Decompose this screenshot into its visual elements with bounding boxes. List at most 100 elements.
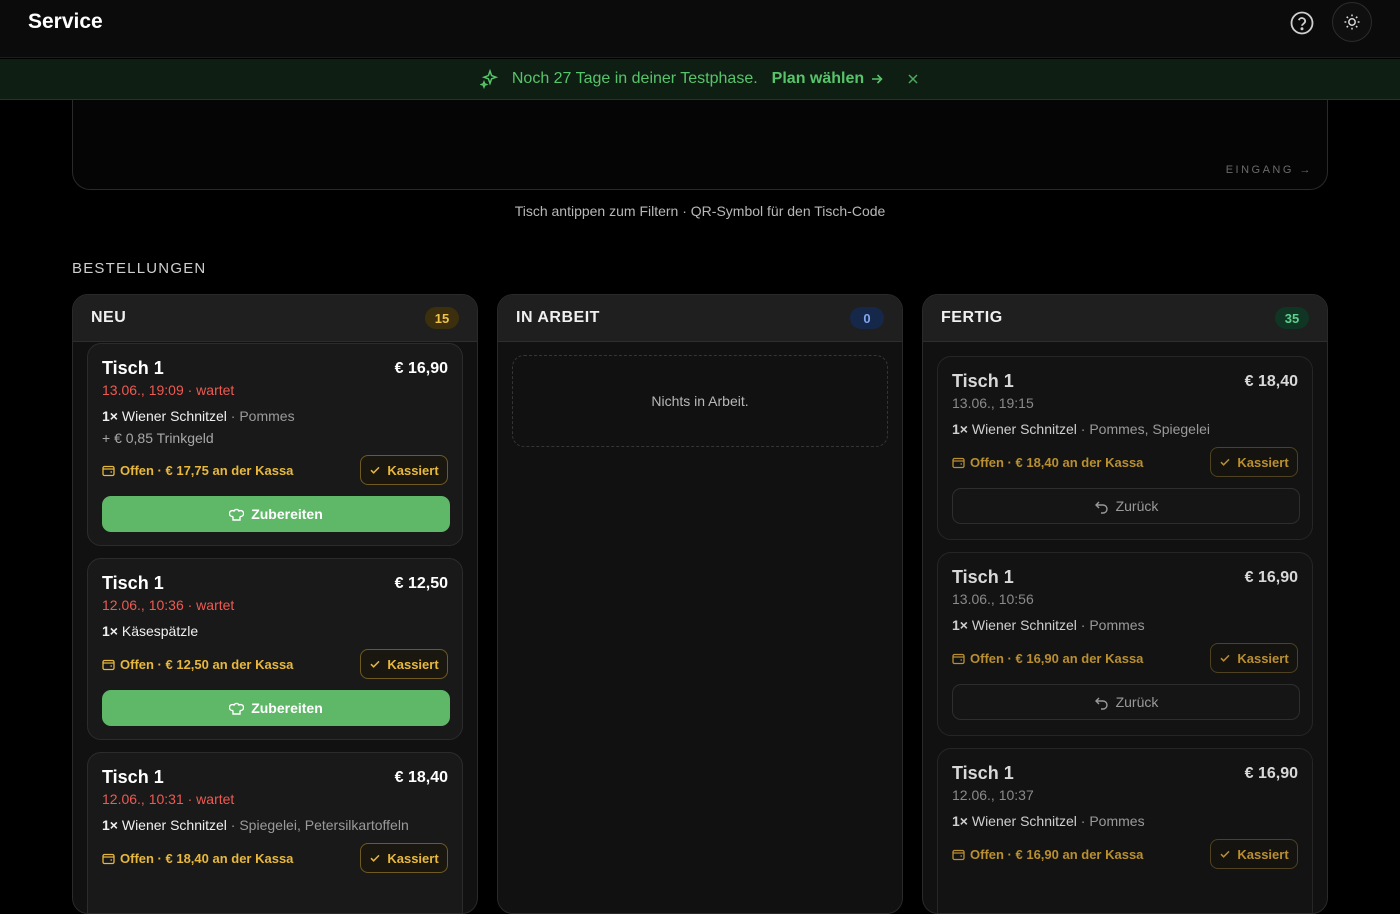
item-sides: · Pommes <box>1076 813 1145 829</box>
choose-plan-link[interactable]: Plan wählen <box>772 70 884 88</box>
kassiert-button[interactable]: Kassiert <box>1210 447 1298 477</box>
order-price: € 16,90 <box>1244 765 1298 782</box>
order-table-title: Tisch 1 <box>952 763 1014 783</box>
table-map-card: EINGANG → <box>72 100 1328 190</box>
column-header-done: FERTIG 35 <box>923 295 1327 342</box>
wallet-icon <box>102 465 115 477</box>
sun-icon <box>1344 14 1360 30</box>
order-meta: 12.06., 10:31 · wartet <box>102 791 235 807</box>
back-button[interactable]: Zurück <box>952 684 1300 720</box>
order-meta: 13.06., 10:56 <box>952 591 1034 607</box>
trial-banner: Noch 27 Tage in deiner Testphase. Plan w… <box>0 59 1400 100</box>
kassiert-label: Kassiert <box>387 462 439 478</box>
prepare-button[interactable]: Zubereiten <box>102 690 450 726</box>
order-table-title: Tisch 1 <box>952 567 1014 587</box>
back-button[interactable]: Zurück <box>952 488 1300 524</box>
prepare-button[interactable]: Zubereiten <box>102 496 450 532</box>
order-price: € 16,90 <box>394 360 448 377</box>
table-hint: Tisch antippen zum Filtern · QR-Symbol f… <box>514 203 886 219</box>
kassiert-button[interactable]: Kassiert <box>360 843 448 873</box>
column-title: IN ARBEIT <box>516 309 600 326</box>
choose-plan-label: Plan wählen <box>771 70 865 87</box>
order-card[interactable]: Tisch 1 € 12,50 12.06., 10:36 · wartet 1… <box>87 558 463 740</box>
check-icon <box>1220 654 1230 662</box>
order-price: € 16,90 <box>1244 569 1298 586</box>
arrow-right-icon <box>872 74 883 84</box>
item-qty: 1× <box>102 817 118 833</box>
item-name: Käsespätzle <box>121 623 199 639</box>
check-icon <box>1220 458 1230 466</box>
entrance-label: EINGANG → <box>1225 164 1313 176</box>
column-header-in-progress: IN ARBEIT 0 <box>498 295 902 342</box>
help-circle-icon[interactable] <box>1288 9 1316 37</box>
column-title: NEU <box>91 309 127 326</box>
order-card[interactable]: Tisch 1 € 16,90 13.06., 19:09 · wartet 1… <box>87 343 463 546</box>
order-price: € 18,40 <box>394 769 448 786</box>
close-icon[interactable] <box>906 72 920 86</box>
payment-text: Offen · € 17,75 an der Kassa <box>120 463 294 478</box>
undo-icon <box>1094 697 1108 710</box>
kassiert-label: Kassiert <box>1237 454 1289 470</box>
column-done: FERTIG 35 Tisch 1 € 18,40 13.06., 19:15 … <box>922 294 1328 914</box>
prepare-label: Zubereiten <box>251 506 323 522</box>
app-title: Service <box>28 10 103 33</box>
item-name: Wiener Schnitzel <box>971 421 1077 437</box>
sparkle-icon <box>479 69 499 89</box>
count-badge: 15 <box>425 307 459 329</box>
kassiert-button[interactable]: Kassiert <box>360 649 448 679</box>
order-items: 1× Wiener Schnitzel · Pommes <box>952 617 1145 633</box>
kassiert-button[interactable]: Kassiert <box>360 455 448 485</box>
item-qty: 1× <box>102 408 118 424</box>
order-items: 1× Wiener Schnitzel · Spiegelei, Petersi… <box>102 817 409 833</box>
chef-hat-icon <box>229 508 245 521</box>
order-table-title: Tisch 1 <box>102 358 164 378</box>
wallet-icon <box>102 659 115 671</box>
item-name: Wiener Schnitzel <box>971 617 1077 633</box>
order-card[interactable]: Tisch 1 € 18,40 12.06., 10:31 · wartet 1… <box>87 752 463 913</box>
order-meta: 12.06., 10:36 · wartet <box>102 597 235 613</box>
item-qty: 1× <box>952 813 968 829</box>
payment-status: Offen · € 16,90 an der Kassa <box>952 847 1143 862</box>
payment-status: Offen · € 18,40 an der Kassa <box>952 455 1143 470</box>
item-name: Wiener Schnitzel <box>121 408 227 424</box>
order-table-title: Tisch 1 <box>102 767 164 787</box>
item-sides: · Pommes <box>226 408 295 424</box>
undo-icon <box>1094 501 1108 514</box>
kassiert-label: Kassiert <box>387 656 439 672</box>
order-card[interactable]: Tisch 1 € 18,40 13.06., 19:15 1× Wiener … <box>937 356 1313 540</box>
kassiert-button[interactable]: Kassiert <box>1210 643 1298 673</box>
item-qty: 1× <box>102 623 118 639</box>
item-qty: 1× <box>952 421 968 437</box>
top-bar: Service <box>0 0 1400 58</box>
theme-toggle-button[interactable] <box>1332 2 1372 42</box>
trial-text: Noch 27 Tage in deiner Testphase. <box>511 70 758 87</box>
item-name: Wiener Schnitzel <box>971 813 1077 829</box>
kassiert-button[interactable]: Kassiert <box>1210 839 1298 869</box>
wallet-icon <box>102 853 115 865</box>
payment-text: Offen · € 18,40 an der Kassa <box>120 851 294 866</box>
item-qty: 1× <box>952 617 968 633</box>
payment-status: Offen · € 16,90 an der Kassa <box>952 651 1143 666</box>
order-meta: 13.06., 19:15 <box>952 395 1034 411</box>
chef-hat-icon <box>229 702 245 715</box>
prepare-label: Zubereiten <box>251 700 323 716</box>
payment-status: Offen · € 12,50 an der Kassa <box>102 657 293 672</box>
kassiert-label: Kassiert <box>1237 650 1289 666</box>
order-items: 1× Wiener Schnitzel · Pommes <box>102 408 295 424</box>
order-meta: 12.06., 10:37 <box>952 787 1034 803</box>
wallet-icon <box>952 457 965 469</box>
order-tip: + € 0,85 Trinkgeld <box>102 430 214 446</box>
order-meta: 13.06., 19:09 · wartet <box>102 382 235 398</box>
payment-text: Offen · € 16,90 an der Kassa <box>970 847 1144 862</box>
order-table-title: Tisch 1 <box>952 371 1014 391</box>
column-new: NEU 15 Tisch 1 € 16,90 13.06., 19:09 · w… <box>72 294 478 914</box>
count-badge: 0 <box>850 307 884 329</box>
payment-text: Offen · € 12,50 an der Kassa <box>120 657 294 672</box>
check-icon <box>1220 850 1230 858</box>
order-card[interactable]: Tisch 1 € 16,90 13.06., 10:56 1× Wiener … <box>937 552 1313 736</box>
order-items: 1× Wiener Schnitzel · Pommes <box>952 813 1145 829</box>
order-card[interactable]: Tisch 1 € 16,90 12.06., 10:37 1× Wiener … <box>937 748 1313 913</box>
item-sides: · Spiegelei, Petersilkartoffeln <box>226 817 409 833</box>
column-title: FERTIG <box>941 309 1003 326</box>
order-items: 1× Wiener Schnitzel · Pommes, Spiegelei <box>952 421 1210 437</box>
